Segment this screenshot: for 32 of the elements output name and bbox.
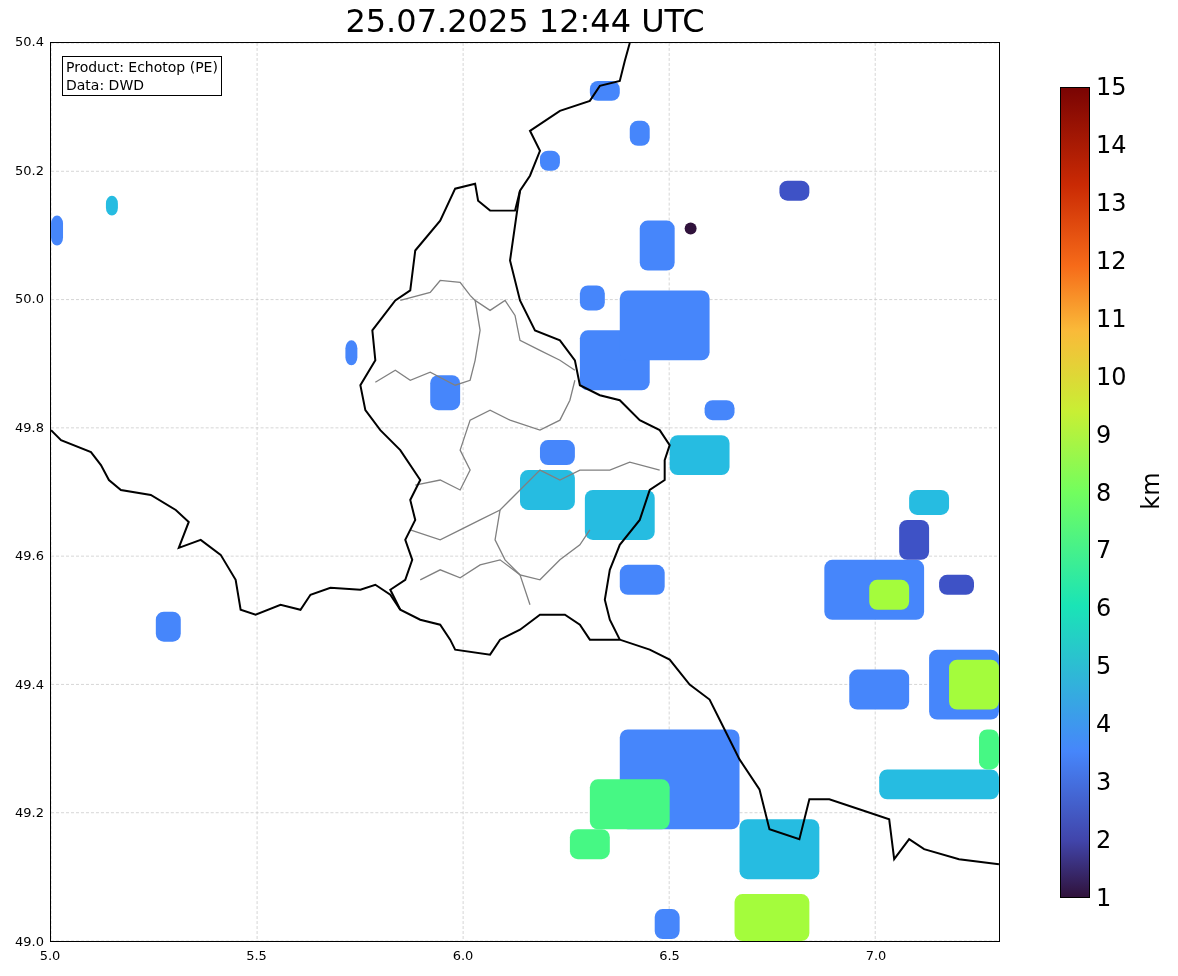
colorbar-tick-label: 9: [1096, 420, 1112, 449]
x-tick-label: 5.0: [38, 948, 62, 964]
y-tick-label: 49.0: [15, 934, 44, 950]
colorbar-tick-label: 10: [1096, 362, 1127, 391]
colorbar-tick-label: 6: [1096, 594, 1112, 623]
chart-title: 25.07.2025 12:44 UTC: [345, 1, 705, 41]
y-tick-label: 49.8: [15, 419, 44, 436]
colorbar-tick-label: 5: [1096, 652, 1112, 681]
y-tick-label: 50.0: [15, 291, 44, 308]
colorbar-label: km: [1136, 472, 1165, 510]
colorbar-tick-label: 8: [1096, 478, 1112, 507]
colorbar-tick-label: 7: [1096, 536, 1112, 565]
x-tick-label: 6.5: [658, 948, 681, 964]
colorbar-tick-label: 13: [1096, 188, 1127, 217]
y-tick-label: 49.2: [15, 805, 44, 822]
colorbar-tick-label: 15: [1096, 73, 1127, 101]
x-tick-label: 7.0: [864, 948, 888, 964]
y-tick-label: 49.6: [15, 548, 44, 565]
colorbar-tick-label: 4: [1096, 710, 1112, 739]
colorbar-tick-label: 3: [1096, 768, 1112, 797]
y-tick-label: 49.4: [15, 676, 44, 693]
colorbar-tick-label: 14: [1096, 130, 1127, 159]
colorbar-tick-label: 2: [1096, 826, 1112, 855]
colorbar-tick-label: 11: [1096, 304, 1127, 333]
x-tick-label: 6.0: [451, 948, 475, 964]
info-text: Product: Echotop (PE): [66, 58, 218, 76]
x-tick-label: 5.5: [245, 948, 268, 964]
y-tick-label: 50.2: [15, 162, 44, 179]
colorbar-tick-label: 12: [1096, 246, 1127, 275]
info-text: Data: DWD: [66, 76, 145, 94]
y-tick-label: 50.4: [15, 34, 44, 50]
colorbar-tick-label: 1: [1096, 884, 1112, 912]
